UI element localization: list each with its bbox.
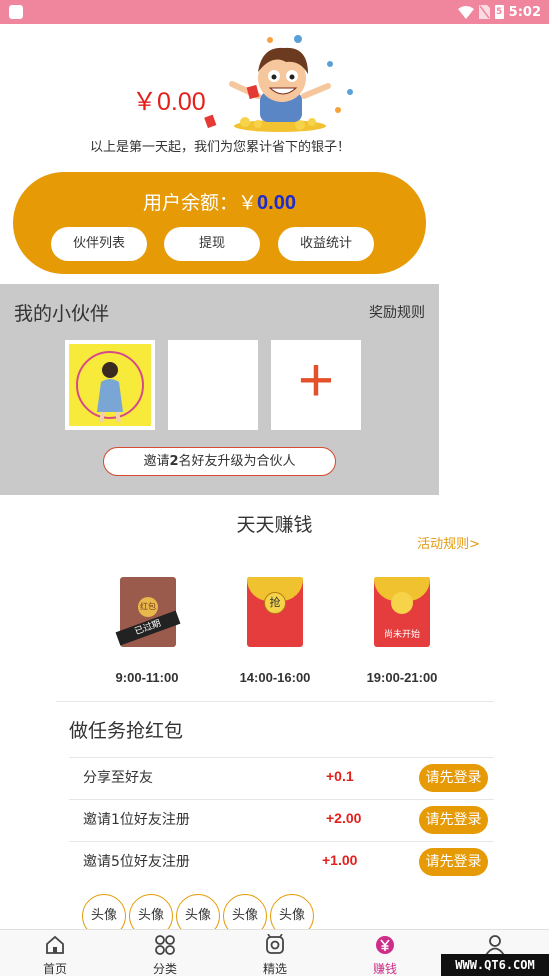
site-watermark: WWW.QT6.COM [441,954,549,976]
balance-line: 用户余额：￥0.00 [13,188,426,215]
savings-caption: 以上是第一天起，我们为您累计省下的银子！ [89,140,350,155]
battery-icon: 5 [494,5,504,19]
battery-level: 5 [496,7,503,17]
invite-upgrade-button[interactable]: 邀请2名好友升级为合伙人 [103,447,336,476]
task-label-share: 分享至好友 [83,770,153,786]
wifi-icon [457,5,474,19]
divider [56,701,494,702]
task-login-button-invite-5[interactable]: 请先登录 [419,848,488,876]
clock: 5:02 [508,4,541,20]
savings-amount: ￥0.00 [132,88,206,116]
nav-item-featured[interactable]: 精选 [240,930,310,976]
tasks-title: 做任务抢红包 [69,720,184,742]
money-icon [376,936,394,954]
task-login-button-invite-1[interactable]: 请先登录 [419,806,488,834]
nav-item-category[interactable]: 分类 [130,930,200,976]
partner-slot-empty [168,340,258,430]
withdraw-button[interactable]: 提现 [164,227,260,261]
red-envelope-grab[interactable]: 抢 [247,577,303,647]
task-reward-invite-5: +1.00 [322,852,358,868]
envelope-badge: 红包 [138,597,158,617]
balance-card: 用户余额：￥0.00 伙伴列表 提现 收益统计 [13,172,426,274]
envelope-time-3: 19:00-21:00 [366,670,438,685]
invite-text-post: 名好友升级为合伙人 [178,454,296,469]
nav-label-featured: 精选 [262,962,287,976]
app-notification-icon [9,5,23,19]
red-envelope-expired[interactable]: 红包 已过期 [115,577,181,647]
nav-label-earn: 赚钱 [372,962,397,976]
divider [69,757,494,758]
task-reward-share: +0.1 [326,768,354,784]
task-label-invite-1: 邀请1位好友注册 [83,812,190,828]
envelope-badge: 抢 [264,592,286,614]
task-label-invite-5: 邀请5位好友注册 [83,854,190,870]
status-bar: 5 5:02 [0,0,549,24]
red-envelope-pending[interactable]: 尚未开始 [374,577,430,647]
featured-icon [266,934,284,954]
activity-rules-link[interactable]: 活动规则> [417,533,480,552]
envelope-status: 尚未开始 [383,630,420,640]
user-icon [485,935,505,956]
no-sim-icon [478,5,490,19]
nav-item-home[interactable]: 首页 [20,930,90,976]
home-icon [46,935,64,954]
envelope-time-2: 14:00-16:00 [239,670,311,685]
plus-icon: + [297,346,335,415]
add-partner-button[interactable]: + [271,340,361,430]
partner-list-button[interactable]: 伙伴列表 [51,227,147,261]
nav-label-category: 分类 [152,962,177,976]
nav-item-earn[interactable]: 赚钱 [350,930,420,976]
balance-label: 用户余额：￥ [143,192,258,214]
envelope-time-1: 9:00-11:00 [115,670,179,685]
mascot-illustration [204,35,353,132]
partner-section: 我的小伙伴 奖励规则 + 邀请2名好友升级为合伙人 [0,284,439,495]
divider [69,799,494,800]
status-icons: 5 5:02 [457,3,541,21]
earnings-stats-button[interactable]: 收益统计 [278,227,374,261]
invite-count: 2 [169,454,179,469]
nav-label-home: 首页 [42,962,67,976]
partner-avatar [69,344,151,426]
invite-text-pre: 邀请 [143,454,170,469]
envelope-coin [391,592,413,614]
task-login-button-share[interactable]: 请先登录 [419,764,488,792]
partner-title: 我的小伙伴 [14,303,110,325]
balance-value: 0.00 [257,192,296,214]
grid-icon [155,935,175,955]
reward-rules-link[interactable]: 奖励规则 [369,302,425,322]
divider [69,841,494,842]
task-reward-invite-1: +2.00 [326,810,362,826]
partner-slot-avatar[interactable] [65,340,155,430]
